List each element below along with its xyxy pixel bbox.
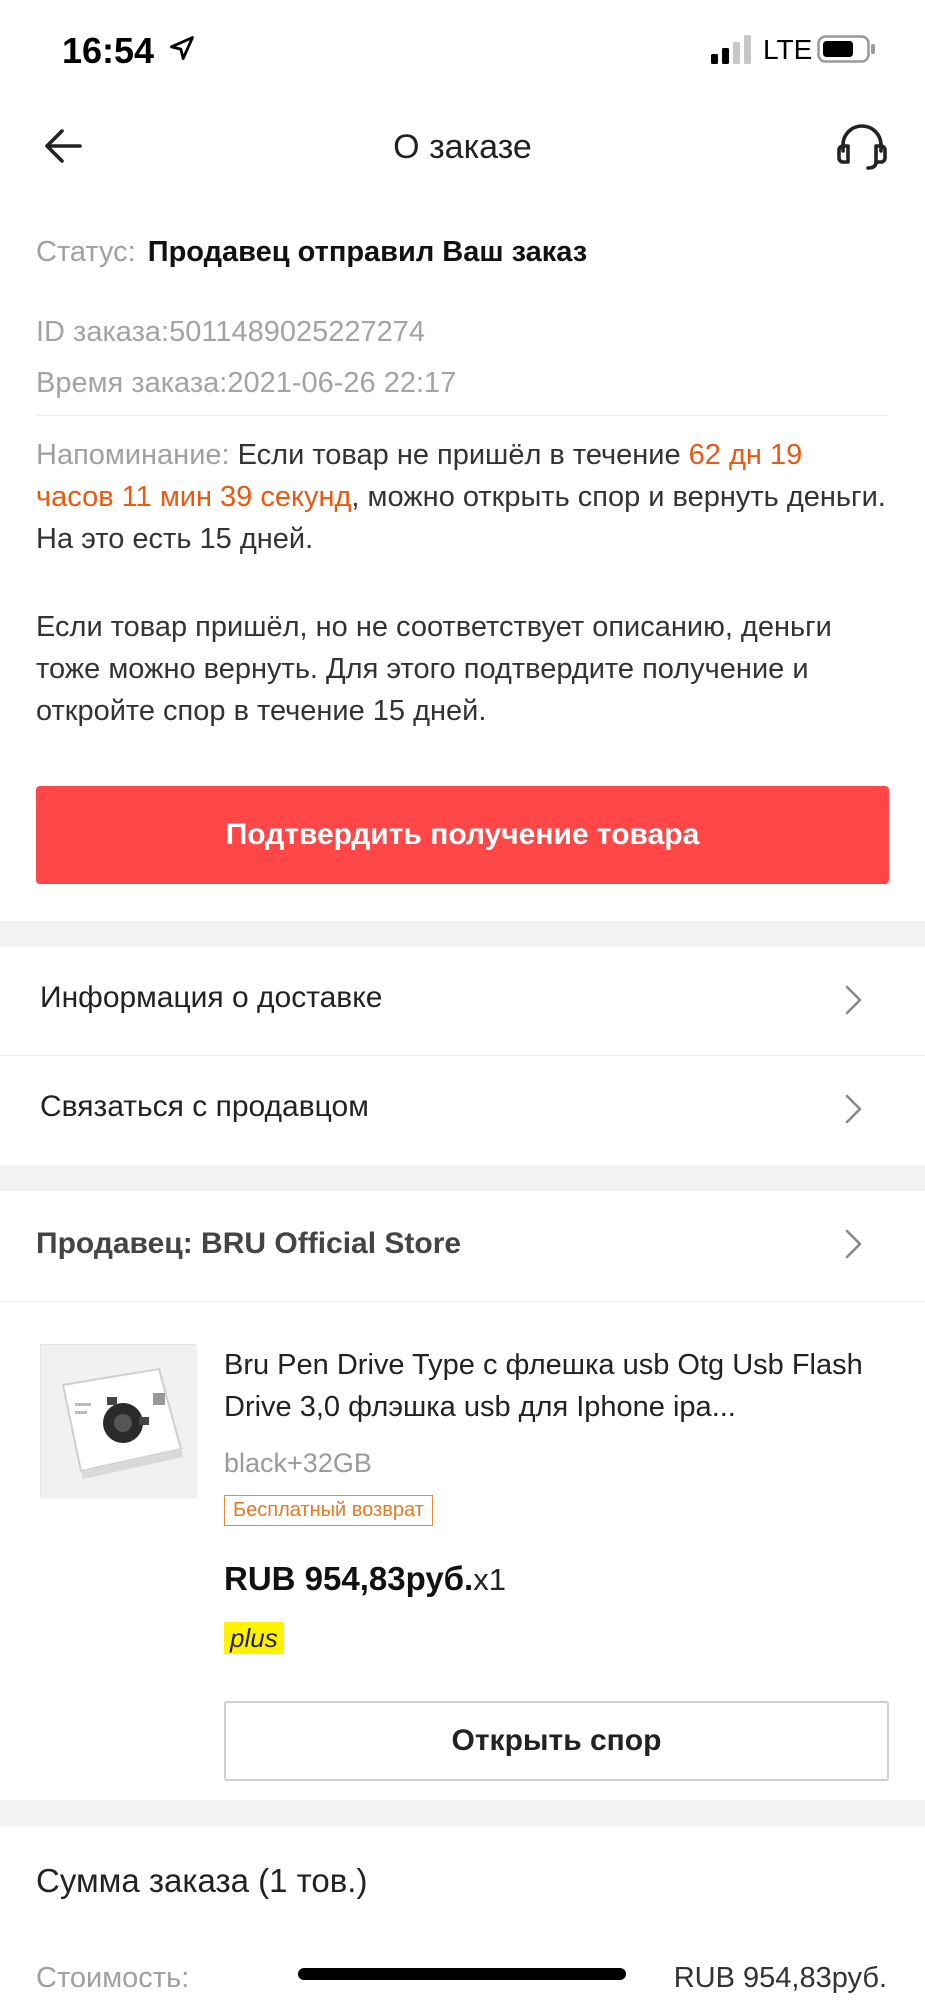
free-return-badge: Бесплатный возврат [224, 1495, 433, 1526]
status-bar: 16:54 LTE [0, 0, 925, 100]
open-dispute-button[interactable]: Открыть спор [224, 1701, 889, 1781]
reminder-text: Напоминание: Если товар не пришёл в тече… [36, 434, 886, 560]
product-quantity: x1 [473, 1562, 506, 1597]
confirm-receipt-button[interactable]: Подтвердить получение товара [36, 786, 889, 884]
nav-bar: О заказе [0, 100, 925, 200]
status-label: Статус: [36, 236, 136, 268]
cost-label: Стоимость: [36, 1962, 190, 1994]
signal-icon [711, 35, 751, 64]
order-id: ID заказа:5011489025227274 [36, 316, 425, 348]
product-thumbnail-graphic [41, 1345, 197, 1499]
plus-badge: plus [224, 1622, 284, 1654]
row-divider [0, 1301, 925, 1302]
delivery-info-row[interactable]: Информация о доставке [0, 947, 925, 1055]
cost-value: RUB 954,83руб. [673, 1962, 887, 1994]
reminder-text-before: Если товар не пришёл в течение [229, 439, 689, 471]
section-gap [0, 1165, 925, 1191]
chevron-right-icon [845, 1229, 862, 1259]
dispute-info-text: Если товар пришёл, но не соответствует о… [36, 611, 832, 727]
delivery-info-label: Информация о доставке [40, 981, 383, 1014]
product-title[interactable]: Bru Pen Drive Type с флешка usb Otg Usb … [224, 1344, 884, 1428]
reminder-label: Напоминание: [36, 439, 230, 471]
contact-seller-row[interactable]: Связаться с продавцом [0, 1056, 925, 1164]
product-image[interactable] [40, 1344, 197, 1499]
headset-icon[interactable] [834, 118, 890, 174]
home-indicator[interactable] [298, 1968, 626, 1980]
page-title: О заказе [393, 128, 532, 166]
chevron-right-icon [845, 985, 862, 1015]
order-summary-title: Сумма заказа (1 тов.) [36, 1862, 368, 1899]
divider [36, 415, 889, 416]
chevron-right-icon [845, 1094, 862, 1124]
section-gap [0, 921, 925, 947]
product-price: RUB 954,83руб.x1 [224, 1560, 506, 1598]
battery-icon [817, 35, 875, 63]
network-type: LTE [763, 34, 813, 65]
section-gap [0, 1800, 925, 1826]
contact-seller-label: Связаться с продавцом [40, 1090, 369, 1123]
seller-name: Продавец: BRU Official Store [36, 1227, 462, 1260]
product-variant: black+32GB [224, 1448, 372, 1478]
order-status: Статус: Продавец отправил Ваш заказ [36, 236, 587, 269]
price-value: RUB 954,83руб. [224, 1560, 474, 1597]
order-time: Время заказа:2021-06-26 22:17 [36, 367, 457, 399]
status-value: Продавец отправил Ваш заказ [147, 236, 588, 268]
seller-row[interactable]: Продавец: BRU Official Store [0, 1191, 925, 1301]
location-arrow-icon [170, 36, 194, 60]
status-time: 16:54 [62, 30, 155, 71]
